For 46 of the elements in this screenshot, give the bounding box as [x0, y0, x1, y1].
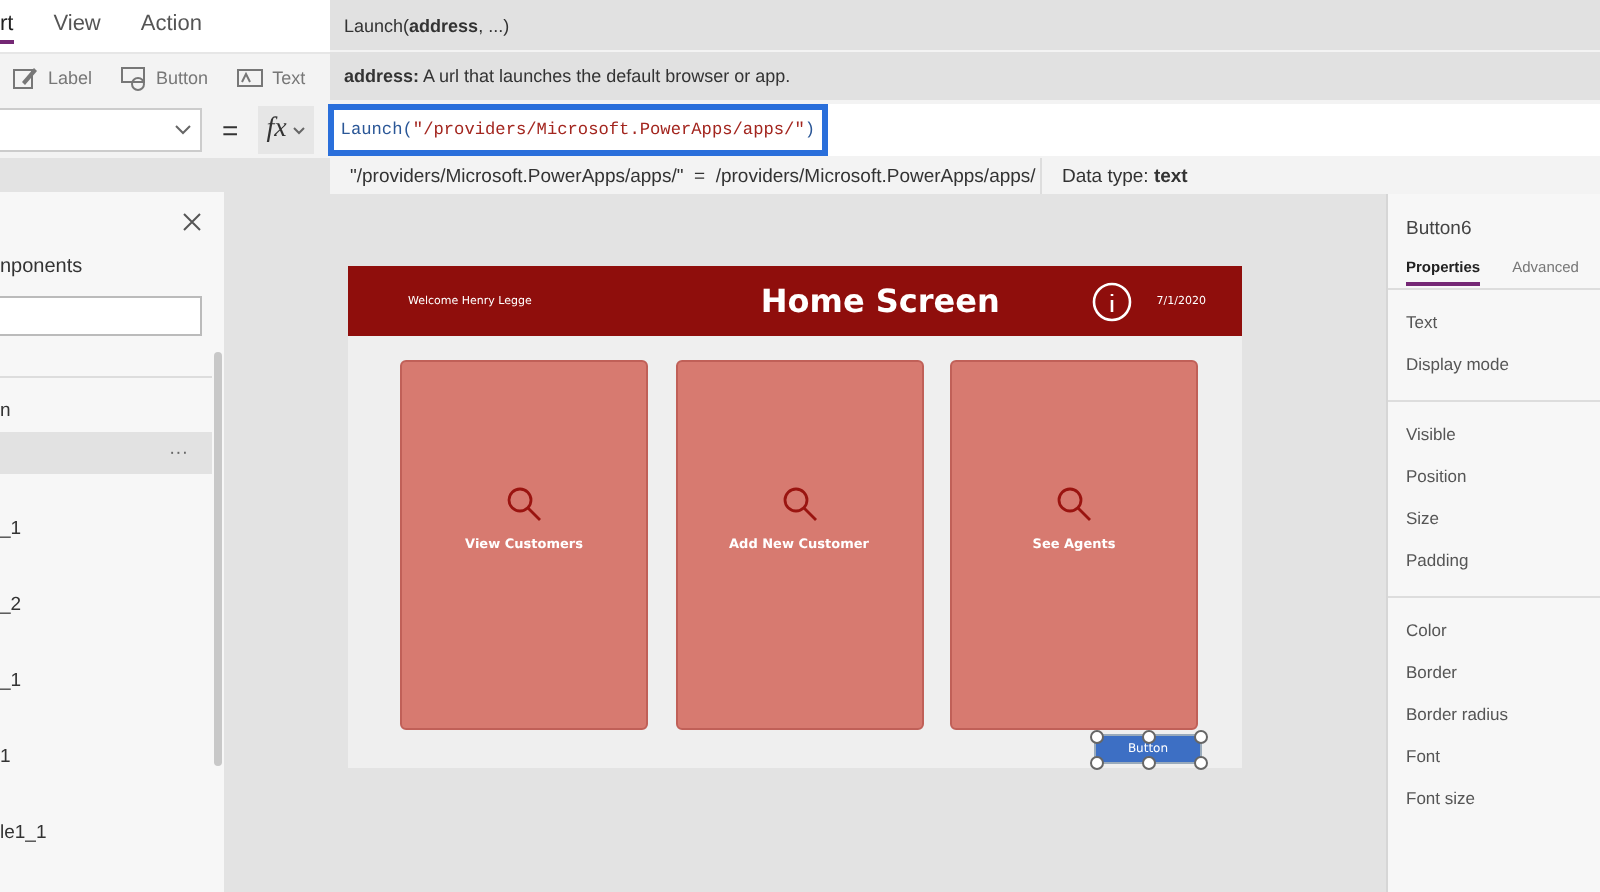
menu-tab[interactable]: rt: [0, 8, 14, 44]
property-label[interactable]: Border radius: [1388, 692, 1600, 734]
tree-item[interactable]: n: [0, 400, 11, 422]
tree-item[interactable]: le1_1: [0, 822, 47, 844]
parameter-description: address: A url that launches the default browser or app.: [342, 64, 793, 90]
property-label[interactable]: Font: [1388, 734, 1600, 776]
chevron-down-icon: [292, 125, 307, 135]
chevron-down-icon: [174, 124, 192, 136]
edit-icon: [12, 64, 40, 92]
control-name: Button6: [1404, 215, 1474, 243]
formula-field[interactable]: Launch("/providers/Microsoft.PowerApps/apps/"): [328, 104, 829, 156]
function-signature: Launch(address, ...): [330, 0, 1600, 52]
property-label[interactable]: Visible: [1388, 412, 1600, 454]
tree-item[interactable]: _1: [0, 670, 22, 692]
equals-sign: =: [222, 114, 239, 146]
formula-result: "/providers/Microsoft.PowerApps/apps/" = /providers/Microsoft.PowerApps/apps/: [330, 158, 1042, 194]
property-label[interactable]: Font size: [1388, 776, 1600, 818]
property-label[interactable]: Text: [1388, 300, 1600, 342]
panel-title: nponents: [0, 256, 83, 278]
tree-item[interactable]: ···: [0, 432, 212, 474]
screen-title: Home Screen: [758, 282, 1002, 320]
toolbar-button-button[interactable]: Button: [120, 64, 209, 92]
property-label[interactable]: Border: [1388, 650, 1600, 692]
tree-item[interactable]: _1: [0, 518, 22, 540]
tree-item[interactable]: _2: [0, 594, 22, 616]
button-icon: [120, 64, 149, 92]
function-button[interactable]: fx: [258, 106, 315, 154]
data-type: Data type: text: [1060, 163, 1190, 191]
property-label[interactable]: Padding: [1388, 538, 1600, 580]
menu-tab[interactable]: View: [53, 8, 101, 44]
menu-tab[interactable]: Action: [140, 8, 202, 44]
text-input-icon: [236, 64, 265, 92]
info-icon[interactable]: [1092, 281, 1133, 321]
close-icon[interactable]: [182, 212, 202, 232]
property-label[interactable]: Color: [1388, 608, 1600, 650]
tree-item[interactable]: 1: [0, 746, 11, 768]
search-icon: [781, 486, 817, 522]
search-field[interactable]: [0, 296, 202, 336]
property-label[interactable]: Size: [1388, 496, 1600, 538]
search-icon: [1056, 486, 1092, 522]
toolbar-label-button[interactable]: Label: [12, 64, 93, 92]
property-label[interactable]: Position: [1388, 454, 1600, 496]
search-icon: [506, 486, 542, 522]
more-options-button[interactable]: ···: [169, 442, 188, 464]
toolbar-text-button[interactable]: Text: [236, 64, 306, 92]
property-label[interactable]: Display mode: [1388, 342, 1600, 384]
